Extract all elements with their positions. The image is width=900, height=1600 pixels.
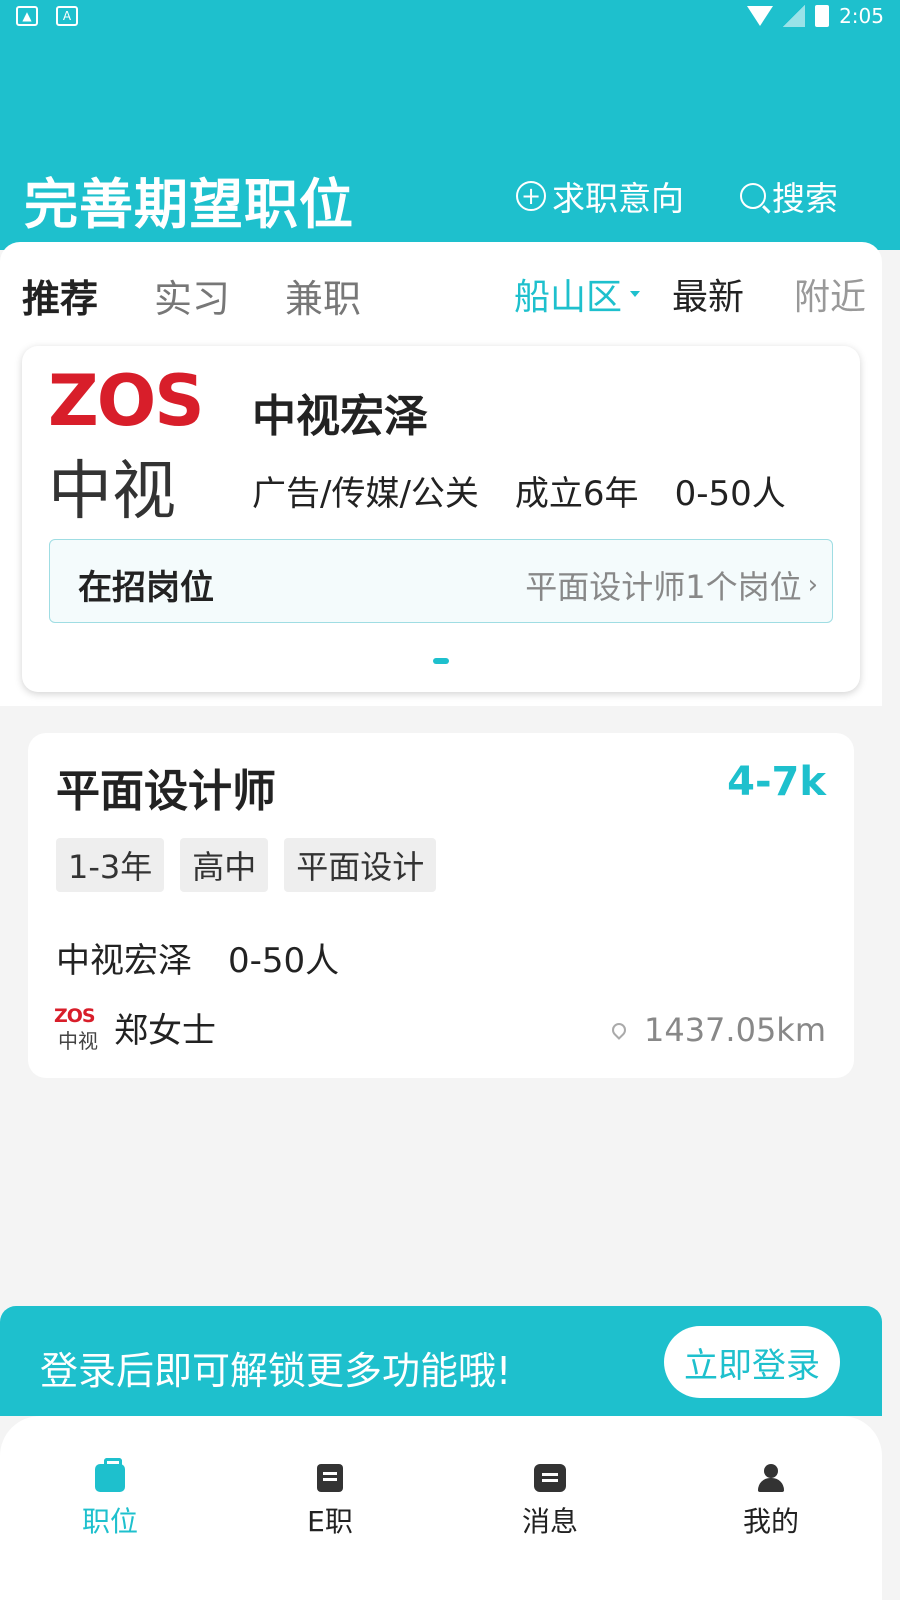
nav-label: E职 bbox=[307, 1505, 353, 1538]
hiring-summary: 平面设计师1个岗位 bbox=[525, 568, 802, 606]
job-tag: 平面设计 bbox=[284, 838, 437, 892]
nav-item-jobs[interactable]: 职位 bbox=[50, 1458, 170, 1540]
wifi-icon bbox=[747, 6, 774, 26]
job-tags: 1-3年 高中 平面设计 bbox=[56, 838, 437, 892]
battery-icon bbox=[815, 5, 830, 27]
area-filter-label: 船山区 bbox=[514, 277, 623, 318]
sort-latest[interactable]: 最新 bbox=[672, 268, 744, 320]
chevron-right-icon: › bbox=[807, 570, 818, 600]
search-button[interactable]: 搜索 bbox=[740, 172, 838, 220]
image-icon: ▲ bbox=[16, 6, 38, 26]
location-pin-icon bbox=[609, 1020, 629, 1040]
status-time: 2:05 bbox=[839, 4, 884, 28]
briefcase-icon bbox=[95, 1458, 125, 1492]
area-filter[interactable]: 船山区 bbox=[514, 268, 641, 320]
hiring-label: 在招岗位 bbox=[78, 568, 214, 608]
category-tabs: 推荐 实习 兼职 船山区 最新 附近 bbox=[0, 268, 900, 321]
job-company-size: 0-50人 bbox=[228, 941, 340, 981]
company-size: 0-50人 bbox=[674, 474, 786, 514]
job-salary: 4-7k bbox=[727, 759, 826, 805]
job-company-name: 中视宏泽 bbox=[56, 941, 192, 981]
job-intent-label: 求职意向 bbox=[552, 179, 684, 218]
recruiter: ZOS 中视 郑女士 bbox=[54, 1003, 216, 1053]
company-name: 中视宏泽 bbox=[252, 391, 428, 442]
search-icon bbox=[740, 183, 766, 209]
login-button[interactable]: 立即登录 bbox=[664, 1326, 840, 1398]
recruiter-name: 郑女士 bbox=[114, 1011, 216, 1051]
document-icon bbox=[317, 1464, 343, 1492]
tab-recommend[interactable]: 推荐 bbox=[22, 268, 98, 323]
company-industry: 广告/传媒/公关 bbox=[252, 474, 479, 514]
nav-item-e-job[interactable]: E职 bbox=[270, 1464, 390, 1540]
company-card[interactable]: ZOS 中视 中视宏泽 广告/传媒/公关 成立6年 0-50人 在招岗位 平面设… bbox=[22, 346, 860, 692]
nav-label: 我的 bbox=[742, 1505, 799, 1538]
plus-circle-icon: + bbox=[516, 181, 546, 211]
carousel-indicator bbox=[433, 658, 449, 664]
distance-value: 1437.05km bbox=[643, 1011, 826, 1049]
company-founded: 成立6年 bbox=[514, 474, 639, 514]
job-title: 平面设计师 bbox=[56, 766, 276, 817]
page-title[interactable]: 完善期望职位 bbox=[24, 160, 354, 239]
job-tag: 高中 bbox=[180, 838, 269, 892]
recruiter-avatar: ZOS 中视 bbox=[54, 1004, 98, 1053]
job-intent-button[interactable]: + 求职意向 bbox=[516, 172, 684, 220]
tab-part-time[interactable]: 兼职 bbox=[285, 268, 361, 323]
status-bar: ▲ A 2:05 bbox=[0, 0, 900, 36]
job-company-info: 中视宏泽 0-50人 bbox=[56, 933, 339, 982]
caret-down-icon bbox=[630, 291, 641, 297]
signal-icon bbox=[783, 5, 806, 27]
user-icon bbox=[756, 1464, 786, 1492]
job-distance: 1437.05km bbox=[609, 1011, 826, 1049]
tab-internship[interactable]: 实习 bbox=[154, 268, 230, 323]
nav-label: 职位 bbox=[81, 1505, 138, 1538]
a-icon: A bbox=[56, 6, 78, 26]
sort-nearby[interactable]: 附近 bbox=[794, 268, 866, 320]
login-prompt: 登录后即可解锁更多功能哦! bbox=[40, 1349, 512, 1393]
nav-item-messages[interactable]: 消息 bbox=[490, 1464, 610, 1540]
hiring-positions-row[interactable]: 在招岗位 平面设计师1个岗位 › bbox=[49, 539, 833, 623]
company-meta: 广告/传媒/公关 成立6年 0-50人 bbox=[252, 466, 786, 515]
search-label: 搜索 bbox=[772, 179, 838, 218]
message-icon bbox=[534, 1464, 566, 1492]
job-tag: 1-3年 bbox=[56, 838, 165, 892]
login-banner: 登录后即可解锁更多功能哦! 立即登录 bbox=[0, 1306, 882, 1416]
job-card[interactable]: 平面设计师 4-7k 1-3年 高中 平面设计 中视宏泽 0-50人 ZOS 中… bbox=[28, 733, 854, 1078]
nav-label: 消息 bbox=[521, 1505, 578, 1538]
nav-item-me[interactable]: 我的 bbox=[711, 1464, 831, 1540]
company-logo: ZOS 中视 bbox=[48, 360, 205, 529]
bottom-nav: 职位 E职 消息 我的 bbox=[0, 1416, 882, 1600]
